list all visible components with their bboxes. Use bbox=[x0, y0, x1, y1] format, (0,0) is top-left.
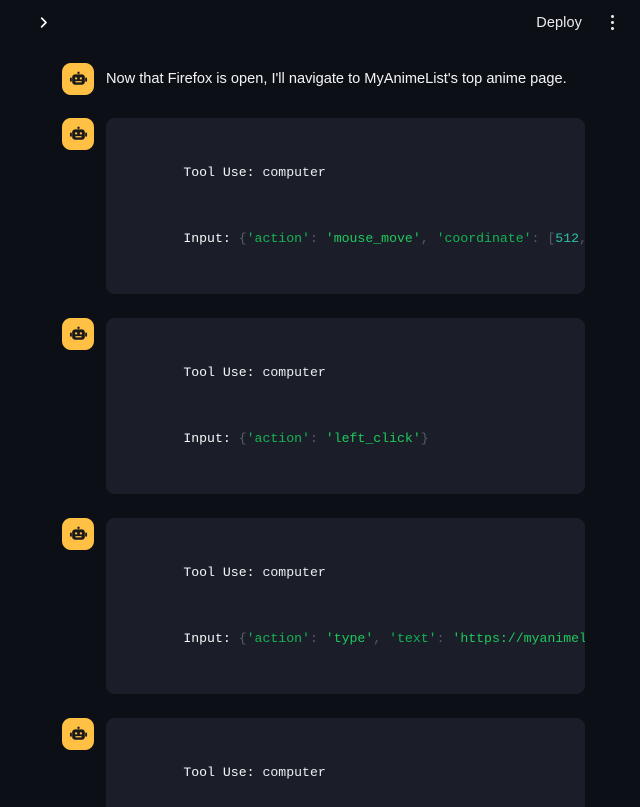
tool-name: computer bbox=[262, 165, 326, 180]
tool-input-line: Input: {'action': 'type', 'text': 'https… bbox=[120, 606, 585, 672]
kebab-dot bbox=[610, 21, 614, 24]
tool-name: computer bbox=[262, 365, 326, 380]
tool-input-line: Input: {'action': 'mouse_move', 'coordin… bbox=[120, 206, 585, 272]
kebab-dot bbox=[610, 15, 614, 18]
tool-use-block: Tool Use: computer Input: {'action': 'ke… bbox=[106, 718, 585, 807]
tool-input-line: Input: {'action': 'left_click'} bbox=[120, 406, 585, 472]
tool-input-value: {'action': 'type', 'text': 'https://myan… bbox=[238, 631, 585, 646]
deploy-button[interactable]: Deploy bbox=[530, 11, 588, 35]
message-tool-use: Tool Use: computer Input: {'action': 'ke… bbox=[0, 718, 640, 807]
avatar bbox=[62, 518, 94, 550]
robot-icon bbox=[69, 725, 88, 744]
tool-use-label: Tool Use: bbox=[183, 365, 255, 380]
message-tool-use: Tool Use: computer Input: {'action': 'ty… bbox=[0, 518, 640, 694]
avatar bbox=[62, 118, 94, 150]
message-assistant-text: Now that Firefox is open, I'll navigate … bbox=[0, 63, 640, 95]
message-text: Now that Firefox is open, I'll navigate … bbox=[106, 71, 567, 87]
tool-name: computer bbox=[262, 565, 326, 580]
tool-input-label: Input: bbox=[183, 631, 231, 646]
tool-use-line: Tool Use: computer bbox=[120, 140, 585, 206]
tool-use-label: Tool Use: bbox=[183, 165, 255, 180]
robot-icon bbox=[69, 525, 88, 544]
tool-use-label: Tool Use: bbox=[183, 565, 255, 580]
tool-use-block: Tool Use: computer Input: {'action': 'mo… bbox=[106, 118, 585, 294]
avatar bbox=[62, 318, 94, 350]
kebab-dot bbox=[610, 27, 614, 30]
tool-input-value: {'action': 'left_click'} bbox=[238, 431, 429, 446]
top-bar-actions: Deploy bbox=[530, 11, 640, 35]
chevron-right-icon bbox=[36, 15, 51, 30]
robot-icon bbox=[69, 125, 88, 144]
message-tool-use: Tool Use: computer Input: {'action': 'mo… bbox=[0, 118, 640, 294]
tool-use-block: Tool Use: computer Input: {'action': 'ty… bbox=[106, 518, 585, 694]
kebab-menu-icon[interactable] bbox=[600, 11, 624, 35]
avatar bbox=[62, 63, 94, 95]
tool-use-line: Tool Use: computer bbox=[120, 740, 585, 806]
tool-use-label: Tool Use: bbox=[183, 765, 255, 780]
tool-input-label: Input: bbox=[183, 231, 231, 246]
tool-name: computer bbox=[262, 765, 326, 780]
tool-input-value: {'action': 'mouse_move', 'coordinate': [… bbox=[238, 231, 585, 246]
sidebar-expand-button[interactable] bbox=[30, 10, 56, 36]
top-bar: Deploy bbox=[0, 0, 640, 45]
avatar bbox=[62, 718, 94, 750]
tool-use-line: Tool Use: computer bbox=[120, 540, 585, 606]
message-tool-use: Tool Use: computer Input: {'action': 'le… bbox=[0, 318, 640, 494]
robot-icon bbox=[69, 70, 88, 89]
tool-use-block: Tool Use: computer Input: {'action': 'le… bbox=[106, 318, 585, 494]
tool-input-label: Input: bbox=[183, 431, 231, 446]
conversation-thread: Now that Firefox is open, I'll navigate … bbox=[0, 45, 640, 807]
tool-use-line: Tool Use: computer bbox=[120, 340, 585, 406]
robot-icon bbox=[69, 325, 88, 344]
